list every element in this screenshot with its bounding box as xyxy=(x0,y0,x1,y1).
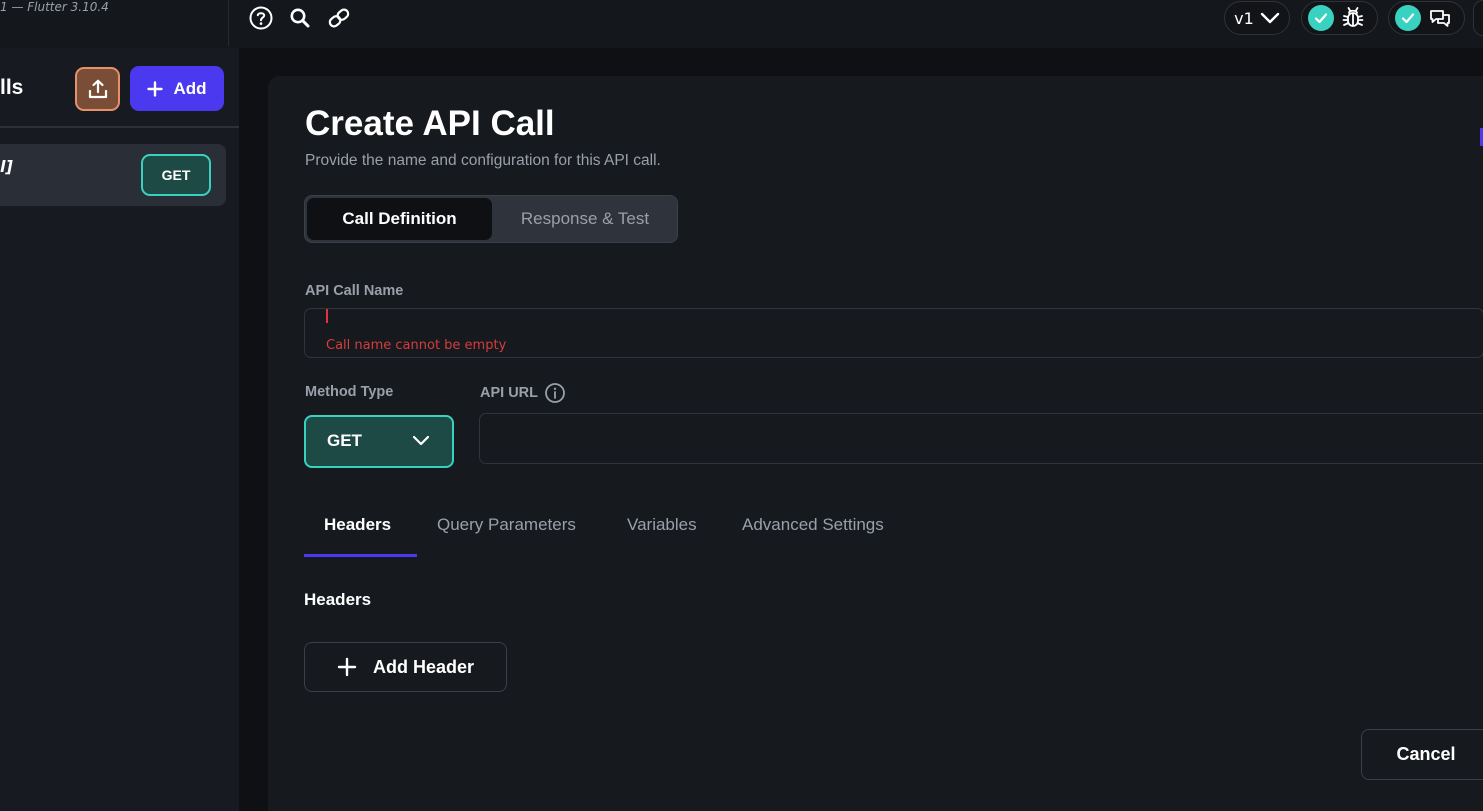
sidebar-title: lls xyxy=(0,76,24,99)
api-call-name: l] xyxy=(0,157,13,176)
app-root: 1 — Flutter 3.10.4 v1 lls Add l] GET Cre… xyxy=(0,0,1483,811)
check-circle-icon xyxy=(1395,5,1421,31)
overflow-control[interactable] xyxy=(1473,0,1483,36)
upload-icon xyxy=(88,79,107,99)
debug-status-pill[interactable] xyxy=(1301,1,1378,35)
top-bar: 1 — Flutter 3.10.4 v1 xyxy=(0,0,1483,48)
api-call-name-input[interactable]: Call name cannot be empty xyxy=(304,308,1483,358)
bug-icon xyxy=(1342,7,1364,27)
tab-response-test[interactable]: Response & Test xyxy=(494,198,676,240)
plus-icon xyxy=(147,80,164,97)
page-subtitle: Provide the name and configuration for t… xyxy=(305,152,661,169)
add-button-label: Add xyxy=(173,78,207,98)
api-call-list-item[interactable]: l] GET xyxy=(0,144,226,206)
chevron-down-icon xyxy=(412,435,430,446)
tab-call-definition[interactable]: Call Definition xyxy=(307,198,492,240)
tab-advanced-settings[interactable]: Advanced Settings xyxy=(742,511,884,557)
comments-status-pill[interactable] xyxy=(1388,1,1465,35)
check-circle-icon xyxy=(1308,5,1334,31)
info-icon[interactable] xyxy=(544,382,566,404)
tab-query-parameters[interactable]: Query Parameters xyxy=(437,511,576,557)
page-title: Create API Call xyxy=(305,104,555,143)
top-right-controls: v1 xyxy=(1224,0,1483,36)
help-circle-icon[interactable] xyxy=(248,5,274,31)
method-type-label: Method Type xyxy=(305,384,394,400)
upload-button[interactable] xyxy=(75,67,120,111)
link-icon[interactable] xyxy=(326,5,352,31)
method-badge: GET xyxy=(141,154,211,196)
sidebar-divider xyxy=(0,126,239,128)
definition-toggle: Call Definition Response & Test xyxy=(304,195,678,243)
create-api-call-panel: Create API Call Provide the name and con… xyxy=(268,76,1483,811)
api-url-label-group: API URL xyxy=(480,382,566,404)
api-call-name-error: Call name cannot be empty xyxy=(326,338,507,353)
api-calls-sidebar: lls Add l] GET xyxy=(0,48,239,811)
api-url-label: API URL xyxy=(480,385,538,401)
chevron-down-icon xyxy=(1260,12,1280,24)
chat-icon xyxy=(1430,10,1450,27)
method-type-value: GET xyxy=(327,431,362,450)
tab-headers[interactable]: Headers xyxy=(324,511,391,557)
version-selector[interactable]: v1 xyxy=(1224,1,1290,35)
headers-section-title: Headers xyxy=(304,590,372,609)
text-cursor xyxy=(326,309,328,323)
api-url-input[interactable] xyxy=(479,413,1483,464)
add-header-button[interactable]: Add Header xyxy=(304,642,507,692)
search-icon[interactable] xyxy=(287,5,313,31)
project-header: 1 — Flutter 3.10.4 xyxy=(0,0,229,46)
active-tab-indicator xyxy=(304,554,417,557)
version-selector-label: v1 xyxy=(1234,8,1254,28)
api-call-name-label: API Call Name xyxy=(305,283,404,299)
add-api-call-button[interactable]: Add xyxy=(130,66,224,111)
method-type-dropdown[interactable]: GET xyxy=(304,415,454,468)
top-toolbar-icons xyxy=(248,5,352,31)
tab-variables[interactable]: Variables xyxy=(627,511,697,557)
cancel-button[interactable]: Cancel xyxy=(1361,729,1483,780)
plus-icon xyxy=(337,657,357,677)
add-header-label: Add Header xyxy=(372,656,475,677)
flutter-version-text: 1 — Flutter 3.10.4 xyxy=(0,0,109,14)
